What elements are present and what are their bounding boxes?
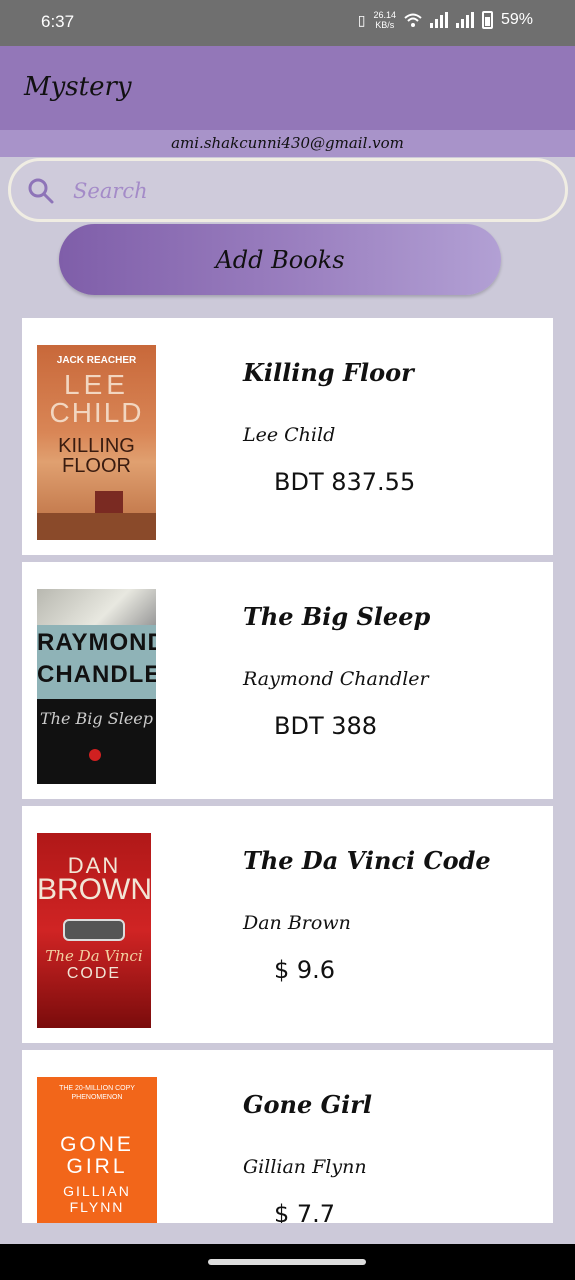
signal-icon xyxy=(429,12,448,28)
battery-level: 59% xyxy=(500,11,533,28)
book-title: The Big Sleep xyxy=(243,602,431,631)
book-card[interactable]: RAYMOND CHANDLER The Big Sleep The Big S… xyxy=(22,562,553,799)
book-card[interactable]: JACK REACHER LEE CHILD KILLING FLOOR Kil… xyxy=(22,318,553,555)
battery-icon xyxy=(481,11,493,29)
book-card[interactable]: DAN BROWN The Da Vinci CODE The Da Vinci… xyxy=(22,806,553,1043)
book-author: Raymond Chandler xyxy=(243,668,429,690)
search-icon[interactable] xyxy=(27,177,55,205)
book-cover-image: DAN BROWN The Da Vinci CODE xyxy=(37,833,151,1028)
network-speed: 26.14 KB/s xyxy=(373,10,396,30)
book-author: Lee Child xyxy=(243,424,336,446)
app-bar: Mystery xyxy=(0,46,575,130)
book-cover-image: RAYMOND CHANDLER The Big Sleep xyxy=(37,589,156,784)
vibrate-icon: ▯ xyxy=(357,11,366,28)
status-icons: ▯ 26.14 KB/s 59% xyxy=(358,10,533,30)
wifi-icon xyxy=(404,13,422,27)
search-input[interactable] xyxy=(73,176,523,206)
book-price: $ 7.7 xyxy=(274,1200,336,1223)
signal-icon-2 xyxy=(455,12,474,28)
book-title: Gone Girl xyxy=(243,1090,372,1119)
page-title: Mystery xyxy=(24,72,132,102)
book-author: Gillian Flynn xyxy=(243,1156,367,1178)
book-title: The Da Vinci Code xyxy=(243,846,491,875)
book-list[interactable]: JACK REACHER LEE CHILD KILLING FLOOR Kil… xyxy=(22,318,553,1223)
book-cover-image: THE 20-MILLION COPY PHENOMENON GONE GIRL… xyxy=(37,1077,157,1223)
status-time: 6:37 xyxy=(41,12,75,31)
book-title: Killing Floor xyxy=(243,358,414,387)
add-books-button[interactable]: Add Books xyxy=(59,224,501,295)
search-bar[interactable] xyxy=(8,158,568,222)
home-gesture-handle[interactable] xyxy=(208,1259,366,1265)
system-nav-bar xyxy=(0,1244,575,1280)
book-price: BDT 837.55 xyxy=(274,468,416,496)
status-bar: 6:37 ▯ 26.14 KB/s 59% xyxy=(0,0,575,46)
book-price: $ 9.6 xyxy=(274,956,336,984)
book-cover-image: JACK REACHER LEE CHILD KILLING FLOOR xyxy=(37,345,156,540)
book-author: Dan Brown xyxy=(243,912,351,934)
book-card[interactable]: THE 20-MILLION COPY PHENOMENON GONE GIRL… xyxy=(22,1050,553,1223)
account-email: ami.shakcunni430@gmail.vom xyxy=(0,130,575,157)
book-price: BDT 388 xyxy=(274,712,378,740)
